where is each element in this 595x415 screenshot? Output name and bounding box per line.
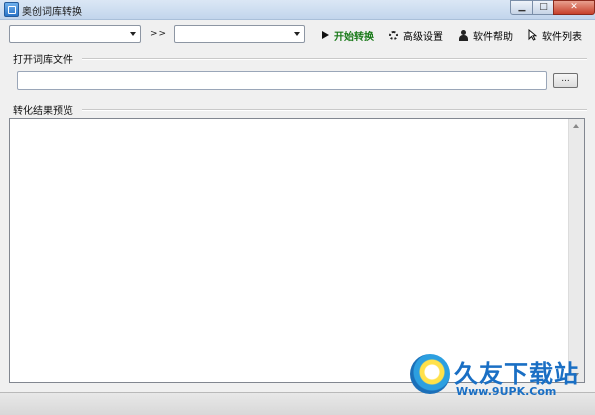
advanced-settings-label: 高级设置 bbox=[403, 31, 443, 43]
person-icon bbox=[459, 29, 468, 41]
scroll-up-icon[interactable] bbox=[573, 124, 579, 128]
watermark-logo-icon bbox=[410, 354, 450, 394]
browse-button[interactable]: ... bbox=[553, 73, 578, 88]
advanced-settings-button[interactable]: 高级设置 bbox=[389, 28, 443, 43]
preview-section-label: 转化结果预览 bbox=[13, 106, 73, 117]
site-watermark: 久友下载站 Www.9UPK.Com bbox=[410, 352, 595, 402]
chevron-down-icon bbox=[294, 32, 300, 36]
start-convert-button[interactable]: 开始转换 bbox=[322, 28, 374, 43]
preview-textarea[interactable] bbox=[9, 118, 585, 383]
app-icon bbox=[4, 2, 19, 17]
chevron-down-icon bbox=[130, 32, 136, 36]
software-help-label: 软件帮助 bbox=[473, 31, 513, 43]
window-title: 奥创词库转换 bbox=[22, 7, 82, 18]
software-list-label: 软件列表 bbox=[542, 31, 582, 43]
open-file-section-label: 打开词库文件 bbox=[13, 55, 73, 66]
software-help-button[interactable]: 软件帮助 bbox=[459, 28, 513, 43]
convert-direction-label: >> bbox=[150, 29, 168, 39]
target-format-select[interactable] bbox=[174, 25, 305, 43]
section-divider bbox=[82, 109, 587, 111]
close-button[interactable]: ✕ bbox=[553, 0, 595, 15]
source-format-select[interactable] bbox=[9, 25, 141, 43]
minimize-button[interactable]: ▁ bbox=[510, 0, 534, 15]
watermark-url: Www.9UPK.Com bbox=[456, 385, 557, 398]
start-convert-label: 开始转换 bbox=[334, 31, 374, 43]
play-icon bbox=[322, 31, 329, 39]
file-path-input[interactable] bbox=[17, 71, 547, 90]
title-bar: 奥创词库转换 ▁ □ ✕ bbox=[0, 0, 595, 20]
gear-icon bbox=[389, 30, 398, 40]
watermark-title: 久友下载站 bbox=[454, 360, 579, 388]
maximize-button[interactable]: □ bbox=[532, 0, 555, 15]
software-list-button[interactable]: 软件列表 bbox=[528, 28, 582, 43]
cursor-icon bbox=[528, 29, 537, 41]
vertical-scrollbar[interactable] bbox=[568, 119, 584, 382]
section-divider bbox=[82, 58, 587, 60]
